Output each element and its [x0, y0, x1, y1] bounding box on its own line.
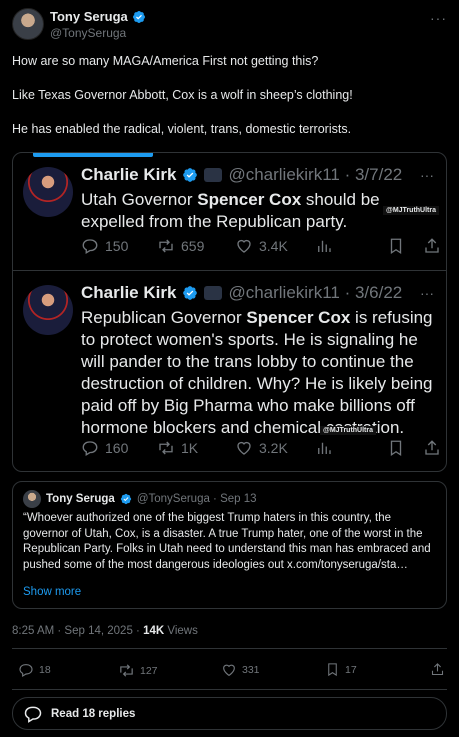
author-handle[interactable]: @TonySeruga: [50, 26, 126, 40]
share-icon: [425, 440, 439, 455]
embedded-tweet-1: Charlie Kirk @charliekirk11 · 3/7/22 ···…: [13, 153, 446, 271]
embedded-name: Charlie Kirk: [81, 283, 177, 302]
embedded-actions: 160 1K 3.2K: [81, 439, 441, 457]
tweet-line: How are so many MAGA/America First not g…: [12, 54, 319, 68]
affiliation-badge-icon: [204, 286, 223, 300]
reply-count: 18: [39, 664, 51, 676]
bookmark-icon: [390, 238, 402, 255]
embedded-share: [423, 439, 441, 457]
show-more-link[interactable]: Show more: [23, 586, 81, 598]
embedded-text: Utah Governor Spencer Cox should be expe…: [81, 190, 380, 231]
watermark: @MJTruthUltra: [383, 206, 439, 215]
views-count: 14K: [143, 625, 165, 637]
like-count: 331: [242, 664, 260, 676]
views-label: Views: [164, 625, 198, 637]
quoted-avatar: [23, 490, 41, 508]
reply-icon: [19, 664, 33, 678]
repost-icon: [159, 239, 173, 253]
repost-count: 127: [140, 664, 158, 677]
tweet-timestamp: 8:25 AM · Sep 14, 2025 · 14K Views: [12, 625, 198, 637]
embedded-like: 3.4K: [235, 237, 315, 255]
read-replies-label: Read 18 replies: [51, 707, 136, 720]
quoted-tweet-text: “Whoever authorized one of the biggest T…: [23, 512, 431, 571]
heart-icon: [237, 441, 251, 455]
bookmark-count: 17: [345, 663, 357, 676]
repost-icon: [120, 664, 133, 677]
tweet-time[interactable]: 8:25 AM · Sep 14, 2025 ·: [12, 625, 143, 637]
embedded-header: Charlie Kirk @charliekirk11 · 3/6/22: [81, 283, 402, 303]
views-icon: [318, 240, 331, 252]
tweet-line: Like Texas Governor Abbott, Cox is a wol…: [12, 88, 353, 102]
embedded-tweet-2: Charlie Kirk @charliekirk11 · 3/6/22 ···…: [13, 271, 446, 471]
read-replies-button[interactable]: Read 18 replies: [12, 697, 447, 730]
verified-badge-icon: [120, 493, 131, 505]
verified-badge-icon: [183, 286, 198, 300]
embedded-header: Charlie Kirk @charliekirk11 · 3/7/22: [81, 165, 402, 185]
divider: [12, 689, 447, 690]
embedded-handle-date: @charliekirk11 · 3/7/22: [228, 165, 403, 184]
like-button[interactable]: 331: [221, 662, 260, 678]
embedded-actions: 150 659 3.4K: [81, 237, 441, 255]
more-options-icon: ···: [420, 285, 434, 301]
quoted-handle-date: @TonySeruga · Sep 13: [136, 493, 257, 505]
embedded-handle-date: @charliekirk11 · 3/6/22: [228, 283, 403, 302]
heart-icon: [237, 239, 251, 253]
embedded-reply: 150: [81, 237, 157, 255]
reply-icon: [82, 239, 98, 254]
quoted-tweet-header: Tony Seruga @TonySeruga · Sep 13: [23, 490, 257, 508]
affiliation-badge-icon: [204, 168, 223, 182]
bookmark-icon: [328, 663, 337, 677]
more-options-icon: ···: [420, 167, 434, 183]
author-name[interactable]: Tony Seruga: [50, 9, 128, 24]
embedded-avatar: [23, 167, 73, 217]
views-icon: [318, 442, 331, 454]
embedded-text: Republican Governor Spencer Cox is refus…: [81, 308, 433, 437]
embedded-name: Charlie Kirk: [81, 165, 177, 184]
verified-badge-icon: [183, 168, 198, 182]
share-icon: [431, 663, 444, 676]
tweet-line: He has enabled the radical, violent, tra…: [12, 122, 352, 136]
embedded-views: [315, 439, 387, 457]
embedded-repost: 1K: [157, 439, 235, 457]
embedded-views: [315, 237, 387, 255]
reply-icon: [82, 441, 98, 456]
chat-bubble-icon: [24, 706, 42, 723]
author-name-row: Tony Seruga: [50, 9, 146, 24]
embedded-share: [423, 237, 441, 255]
embedded-bookmark: [387, 439, 423, 457]
tweet-text: How are so many MAGA/America First not g…: [12, 53, 442, 155]
embedded-repost: 659: [157, 237, 235, 255]
share-icon: [425, 238, 439, 253]
reply-button[interactable]: 18: [18, 662, 51, 678]
author-avatar[interactable]: [12, 8, 44, 40]
tweet-action-bar: 18 127 331 17: [12, 662, 447, 682]
share-button[interactable]: [430, 662, 445, 677]
heart-icon: [223, 664, 235, 677]
embedded-avatar: [23, 285, 73, 335]
watermark: @MJTruthUltra: [320, 426, 376, 435]
quoted-author-name: Tony Seruga: [46, 493, 115, 505]
more-options-icon[interactable]: ···: [430, 10, 447, 26]
bookmark-icon: [390, 440, 402, 457]
bookmark-button[interactable]: 17: [325, 662, 357, 677]
verified-badge-icon: [132, 10, 145, 23]
embedded-bookmark: [387, 237, 423, 255]
quoted-tweet[interactable]: Tony Seruga @TonySeruga · Sep 13 “Whoeve…: [12, 481, 447, 609]
divider: [12, 648, 447, 649]
embedded-reply: 160: [81, 439, 157, 457]
embedded-like: 3.2K: [235, 439, 315, 457]
repost-icon: [159, 441, 173, 455]
tweet-image[interactable]: Charlie Kirk @charliekirk11 · 3/7/22 ···…: [12, 152, 447, 472]
repost-button[interactable]: 127: [118, 662, 158, 679]
tweet-header: Tony Seruga @TonySeruga ···: [12, 8, 447, 42]
